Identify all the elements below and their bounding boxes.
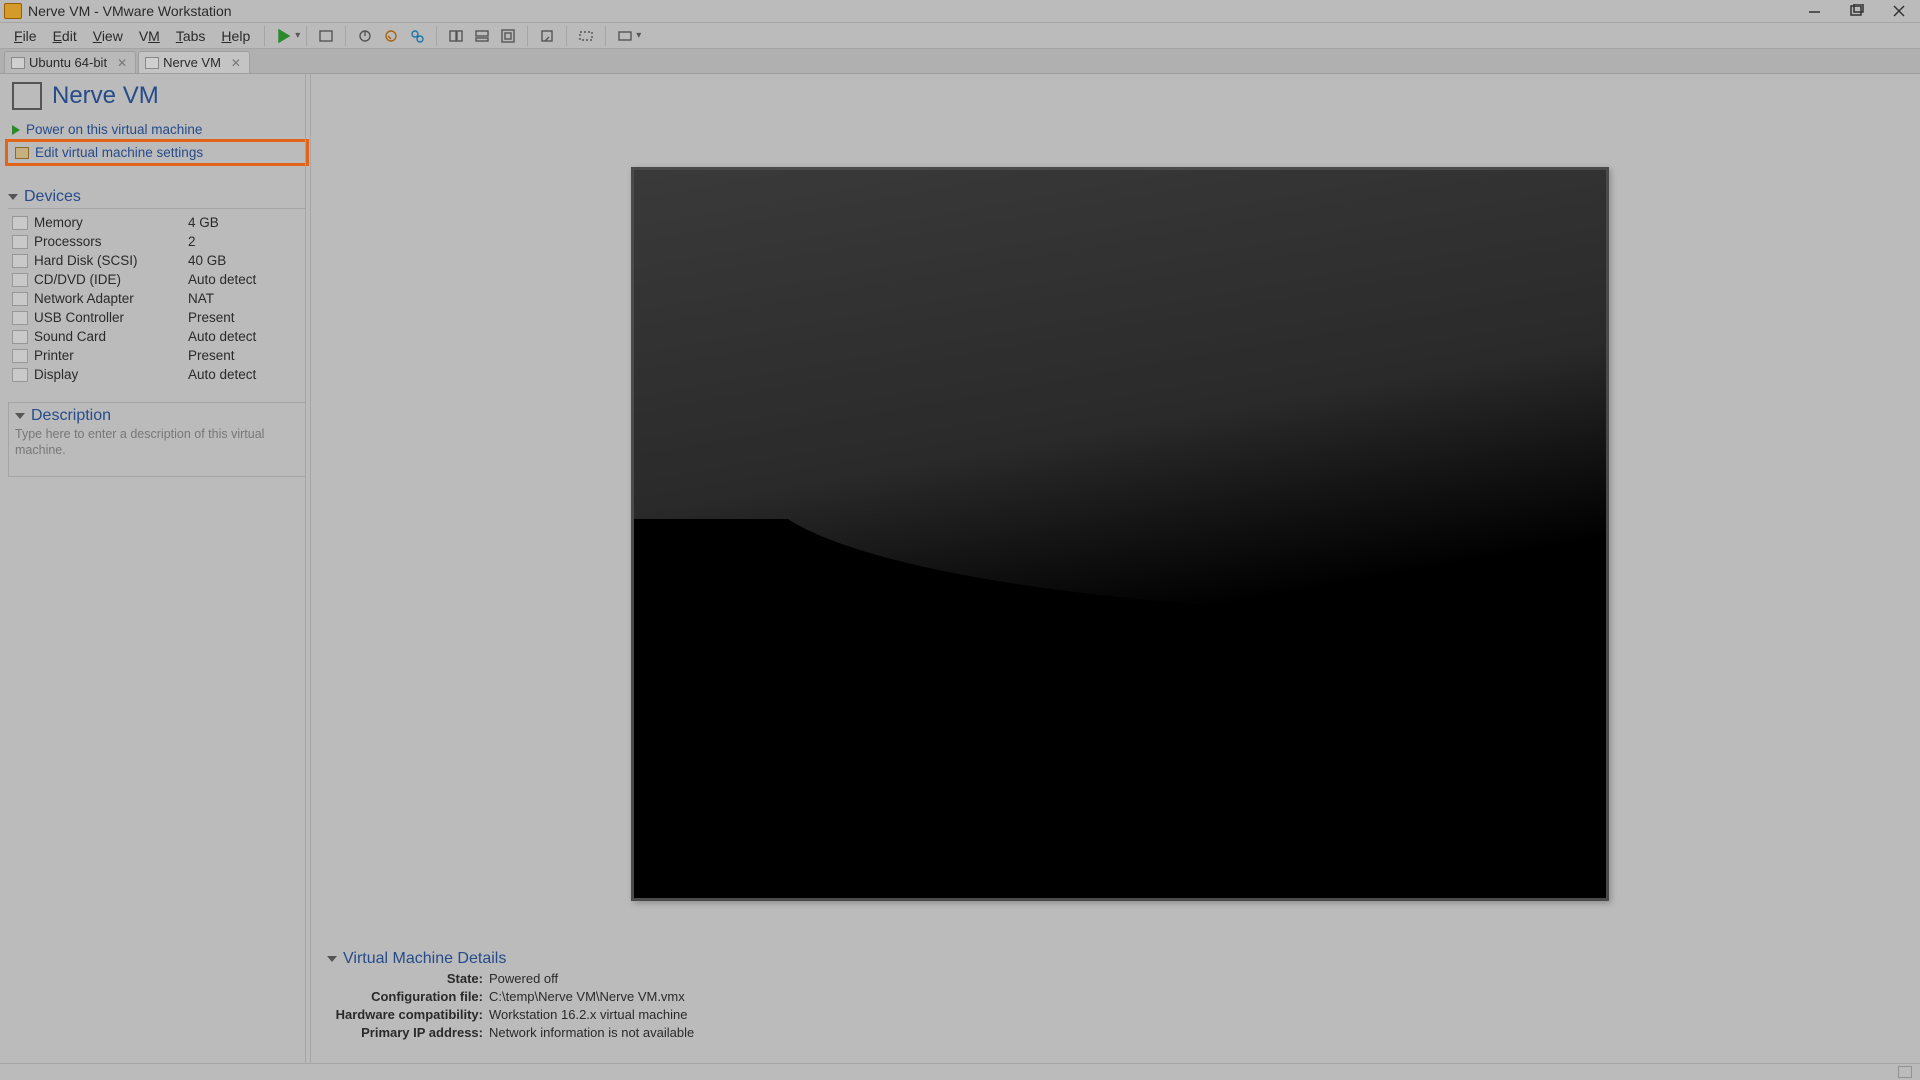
caret-down-icon [15, 413, 25, 419]
close-tab-icon[interactable]: ✕ [231, 56, 241, 70]
show-thumbnails-icon[interactable] [473, 27, 491, 45]
cd-icon [12, 273, 28, 287]
disk-icon [12, 254, 28, 268]
toolbar-separator [566, 26, 567, 46]
fullscreen-icon[interactable] [499, 27, 517, 45]
vm-icon [12, 82, 42, 110]
detail-hw-compat: Hardware compatibility:Workstation 16.2.… [323, 1006, 1904, 1024]
toolbar-separator [436, 26, 437, 46]
sound-icon [12, 330, 28, 344]
menubar: File Edit View VM Tabs Help ▾ ▾ [0, 23, 1920, 49]
play-icon [12, 125, 20, 135]
devices-title: Devices [24, 188, 81, 206]
minimize-button[interactable] [1806, 2, 1824, 20]
tab-label: Ubuntu 64-bit [29, 55, 107, 70]
title-left: Nerve VM - VMware Workstation [4, 3, 232, 19]
power-on-link[interactable]: Power on this virtual machine [8, 120, 306, 139]
sidebar: Nerve VM Power on this virtual machine E… [0, 74, 310, 1063]
toolbar-separator [306, 26, 307, 46]
maximize-button[interactable] [1848, 2, 1866, 20]
statusbar [0, 1063, 1920, 1080]
sidebar-divider[interactable] [305, 74, 306, 1063]
menu-tabs[interactable]: Tabs [168, 26, 214, 46]
device-printer[interactable]: PrinterPresent [12, 346, 306, 365]
vm-title: Nerve VM [52, 82, 159, 110]
main-area: Virtual Machine Details State:Powered of… [310, 74, 1920, 1063]
power-on-label: Power on this virtual machine [26, 122, 202, 137]
usb-icon [12, 311, 28, 325]
memory-icon [12, 216, 28, 230]
titlebar: Nerve VM - VMware Workstation [0, 0, 1920, 23]
vm-icon [145, 57, 159, 69]
edit-settings-link[interactable]: Edit virtual machine settings [11, 143, 303, 162]
toolbar-separator [527, 26, 528, 46]
tab-nerve-vm[interactable]: Nerve VM ✕ [138, 51, 250, 73]
free-form-dropdown-icon[interactable]: ▾ [636, 30, 641, 41]
free-form-icon[interactable] [616, 27, 634, 45]
vm-icon [11, 57, 25, 69]
device-usb-controller[interactable]: USB ControllerPresent [12, 308, 306, 327]
device-processors[interactable]: Processors2 [12, 232, 306, 251]
details-grid: State:Powered off Configuration file:C:\… [323, 970, 1904, 1042]
network-icon [12, 292, 28, 306]
description-header-row[interactable]: Description [15, 407, 299, 425]
edit-settings-highlight: Edit virtual machine settings [5, 139, 309, 166]
app-icon [4, 3, 22, 19]
device-display[interactable]: DisplayAuto detect [12, 365, 306, 384]
description-title: Description [31, 407, 111, 425]
description-input[interactable]: Type here to enter a description of this… [15, 427, 299, 458]
window-title: Nerve VM - VMware Workstation [28, 3, 232, 19]
description-section: Description Type here to enter a descrip… [8, 402, 306, 477]
caret-down-icon [327, 956, 337, 962]
printer-icon [12, 349, 28, 363]
close-button[interactable] [1890, 2, 1908, 20]
send-ctrl-alt-del-icon[interactable] [317, 27, 335, 45]
menu-file[interactable]: File [6, 26, 45, 46]
tabstrip: Ubuntu 64-bit ✕ Nerve VM ✕ [0, 49, 1920, 74]
details-title: Virtual Machine Details [343, 950, 506, 968]
detail-config-file: Configuration file:C:\temp\Nerve VM\Nerv… [323, 988, 1904, 1006]
app-window: Nerve VM - VMware Workstation File Edit … [0, 0, 1920, 1080]
edit-settings-label: Edit virtual machine settings [35, 145, 203, 160]
snapshot-manager-icon[interactable] [408, 27, 426, 45]
snapshot-take-icon[interactable] [356, 27, 374, 45]
menu-edit[interactable]: Edit [45, 26, 85, 46]
toolbar-separator [605, 26, 606, 46]
vm-header: Nerve VM [8, 82, 306, 110]
stretch-guest-icon[interactable] [577, 27, 595, 45]
device-hard-disk[interactable]: Hard Disk (SCSI)40 GB [12, 251, 306, 270]
vm-screen-preview [631, 167, 1609, 901]
settings-icon [15, 147, 29, 159]
toolbar-separator [264, 26, 265, 46]
display-icon [12, 368, 28, 382]
device-memory[interactable]: Memory4 GB [12, 213, 306, 232]
unity-icon[interactable] [538, 27, 556, 45]
detail-state: State:Powered off [323, 970, 1904, 988]
menu-vm[interactable]: VM [131, 26, 168, 46]
tab-label: Nerve VM [163, 55, 221, 70]
toolbar-separator [345, 26, 346, 46]
vm-details-pane: Virtual Machine Details State:Powered of… [311, 944, 1920, 1046]
devices-section-header[interactable]: Devices [8, 188, 306, 209]
menu-help[interactable]: Help [213, 26, 258, 46]
show-console-icon[interactable] [447, 27, 465, 45]
device-sound-card[interactable]: Sound CardAuto detect [12, 327, 306, 346]
caret-down-icon [8, 194, 18, 200]
window-controls [1806, 2, 1908, 20]
snapshot-revert-icon[interactable] [382, 27, 400, 45]
device-network-adapter[interactable]: Network AdapterNAT [12, 289, 306, 308]
content: Nerve VM Power on this virtual machine E… [0, 74, 1920, 1063]
close-tab-icon[interactable]: ✕ [117, 56, 127, 70]
tab-ubuntu[interactable]: Ubuntu 64-bit ✕ [4, 51, 136, 73]
devices-table: Memory4 GB Processors2 Hard Disk (SCSI)4… [8, 209, 306, 384]
device-cd-dvd[interactable]: CD/DVD (IDE)Auto detect [12, 270, 306, 289]
menu-view[interactable]: View [85, 26, 131, 46]
power-button[interactable] [275, 27, 293, 45]
cpu-icon [12, 235, 28, 249]
detail-primary-ip: Primary IP address:Network information i… [323, 1024, 1904, 1042]
details-header-row[interactable]: Virtual Machine Details [327, 950, 1904, 968]
power-dropdown-icon[interactable]: ▾ [295, 30, 300, 41]
status-display-icon [1898, 1066, 1912, 1078]
